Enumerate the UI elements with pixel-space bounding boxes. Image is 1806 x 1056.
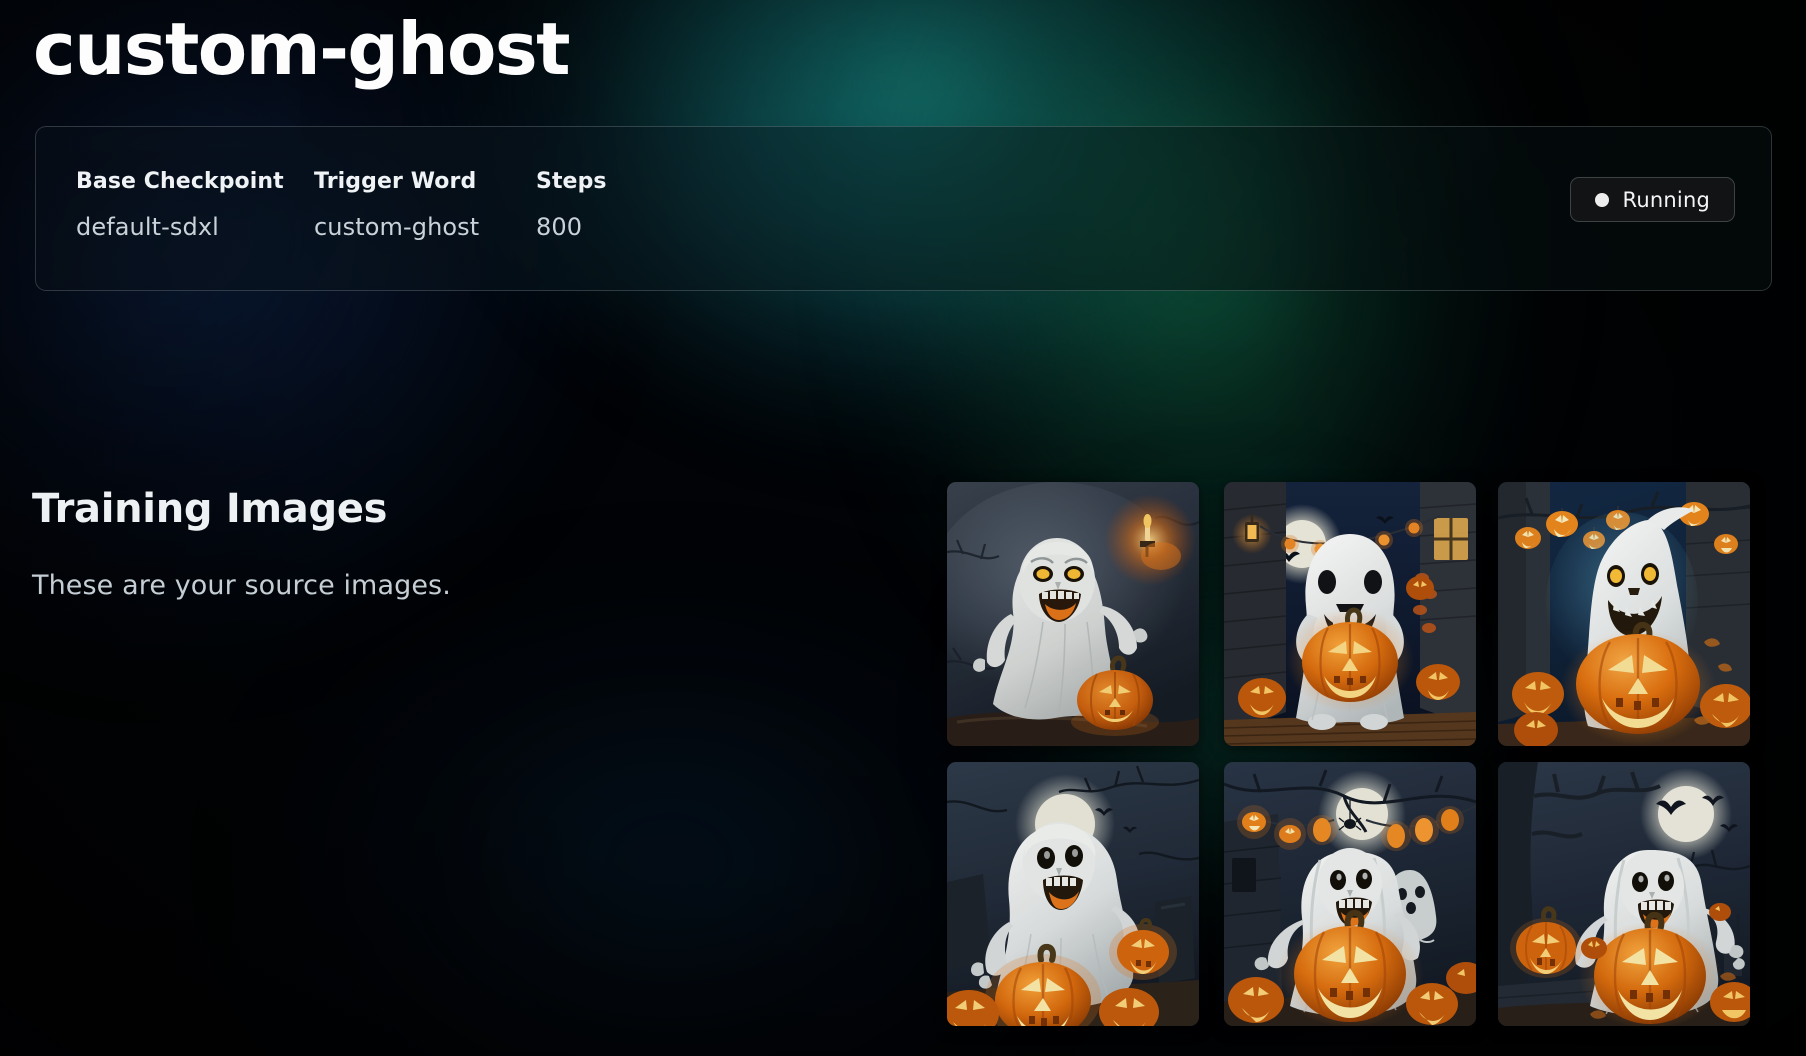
meta-label-base-checkpoint: Base Checkpoint — [76, 169, 284, 194]
status-dot-icon — [1594, 192, 1609, 207]
model-meta-row: Base Checkpoint default-sdxl Trigger Wor… — [76, 169, 716, 241]
thumbnail-artwork — [1498, 482, 1750, 746]
model-info-card: Base Checkpoint default-sdxl Trigger Wor… — [35, 126, 1772, 291]
meta-field-base-checkpoint: Base Checkpoint default-sdxl — [76, 169, 314, 241]
training-images-subtitle: These are your source images. — [32, 570, 451, 601]
training-image-thumbnail[interactable] — [1224, 762, 1476, 1026]
thumbnail-artwork — [947, 482, 1199, 746]
meta-label-trigger-word: Trigger Word — [314, 169, 477, 194]
training-image-thumbnail[interactable] — [1224, 482, 1476, 746]
training-image-thumbnail[interactable] — [1498, 762, 1750, 1026]
meta-value-base-checkpoint: default-sdxl — [76, 213, 219, 241]
status-badge-label: Running — [1622, 187, 1710, 212]
training-images-grid — [947, 482, 1806, 1056]
meta-value-trigger-word: custom-ghost — [314, 213, 480, 241]
meta-field-trigger-word: Trigger Word custom-ghost — [314, 169, 536, 241]
status-badge[interactable]: Running — [1569, 177, 1735, 222]
training-images-heading: Training Images — [32, 486, 388, 532]
thumbnail-artwork — [1224, 482, 1476, 746]
thumbnail-artwork — [1224, 762, 1476, 1026]
page-title: custom-ghost — [33, 7, 571, 91]
meta-label-steps: Steps — [536, 169, 607, 194]
thumbnail-artwork — [947, 762, 1199, 1026]
thumbnail-artwork — [1498, 762, 1750, 1026]
training-image-thumbnail[interactable] — [1498, 482, 1750, 746]
page-root: custom-ghost Base Checkpoint default-sdx… — [0, 0, 1806, 1056]
training-image-thumbnail[interactable] — [947, 762, 1199, 1026]
training-image-thumbnail[interactable] — [947, 482, 1199, 746]
meta-field-steps: Steps 800 — [536, 169, 716, 241]
meta-value-steps: 800 — [536, 213, 583, 241]
